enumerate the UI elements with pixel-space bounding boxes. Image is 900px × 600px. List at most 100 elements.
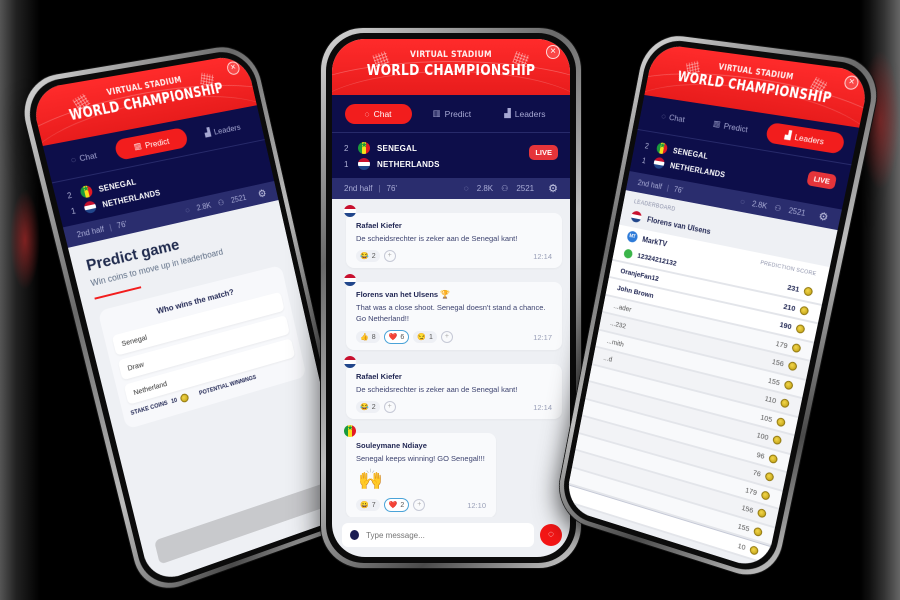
viewers-icon: ⚇	[773, 203, 783, 214]
avatar	[623, 248, 634, 259]
chat-message-list: Rafael Kiefer De scheidsrechter is zeker…	[332, 199, 570, 517]
message-time: 12:14	[533, 251, 552, 261]
phone-chat: VIRTUAL STADIUM WORLD CHAMPIONSHIP × ◌ Ch…	[321, 28, 581, 568]
gear-icon[interactable]: ⚙	[548, 182, 558, 195]
coin-icon	[795, 323, 806, 335]
message-text: That was a close shoot. Senegal doesn't …	[356, 303, 546, 323]
leader-score: 155	[767, 375, 781, 388]
leader-score: 105	[759, 412, 774, 424]
banner-title: WORLD CHAMPIONSHIP	[366, 61, 536, 79]
leader-score: 10	[737, 541, 747, 552]
netherlands-flag-icon	[344, 274, 356, 286]
coin-icon	[772, 435, 783, 446]
gear-icon[interactable]: ⚙	[257, 187, 268, 201]
message-text: Senegal keeps winning! GO Senegal!!!	[356, 454, 485, 463]
reaction[interactable]: 😀 7	[356, 499, 380, 511]
message-time: 12:10	[467, 500, 486, 510]
gear-icon[interactable]: ⚙	[817, 210, 829, 224]
trophy-icon: 🏆	[440, 290, 451, 299]
leader-name: ...232	[609, 318, 627, 331]
podium-icon: ▟	[784, 129, 793, 141]
tab-chat[interactable]: ◌ Chat	[57, 143, 110, 172]
reaction-selected[interactable]: ❤️ 2	[383, 498, 410, 512]
leader-score: 179	[744, 485, 758, 497]
emoji-icon[interactable]	[350, 530, 360, 540]
reaction[interactable]: 👍 8	[356, 331, 380, 343]
add-reaction-icon[interactable]: +	[383, 401, 396, 413]
predict-screen: VIRTUAL STADIUM WORLD CHAMPIONSHIP × ◌ Ch…	[29, 53, 351, 586]
leader-name: ...mith	[606, 336, 625, 349]
predict-icon: ▥	[132, 140, 143, 152]
phone-predict: VIRTUAL STADIUM WORLD CHAMPIONSHIP × ◌ Ch…	[15, 41, 362, 600]
leader-score: 179	[775, 338, 789, 351]
leader-name: OranjeFan12	[619, 266, 660, 283]
send-message-button[interactable]: ◌	[540, 524, 562, 546]
leader-score: 231	[786, 283, 801, 295]
predict-icon: ▥	[712, 118, 722, 129]
leader-score: 76	[752, 468, 762, 479]
message-input[interactable]	[366, 530, 526, 540]
leader-score: 155	[737, 521, 751, 534]
live-badge: LIVE	[529, 145, 558, 160]
reaction[interactable]: 😂 2	[356, 250, 380, 262]
reaction-selected[interactable]: ❤️ 6	[383, 330, 410, 344]
tab-leaders[interactable]: ▟ Leaders	[192, 115, 253, 146]
tab-leaders[interactable]: ▟ Leaders	[764, 121, 846, 155]
tab-chat[interactable]: ◌ Chat	[650, 104, 698, 130]
close-icon[interactable]: ×	[843, 74, 860, 91]
podium-icon: ▟	[504, 108, 511, 118]
close-icon[interactable]: ×	[546, 45, 560, 59]
viewers-icon: ⚇	[501, 184, 509, 193]
leader-name: 12324212132	[636, 251, 678, 268]
chat-bubble-icon: ◌	[364, 108, 370, 119]
tab-predict[interactable]: ▥ Predict	[421, 103, 484, 124]
leader-score: 210	[782, 301, 797, 313]
team-home: 2SENEGAL	[344, 140, 560, 156]
senegal-flag-icon	[358, 142, 370, 154]
leader-score: 156	[771, 357, 785, 369]
coin-icon	[179, 392, 190, 404]
coin-icon	[749, 544, 760, 556]
add-reaction-icon[interactable]: +	[413, 499, 426, 511]
tab-chat[interactable]: ◌ Chat	[344, 103, 412, 124]
leader-name: John Brown	[616, 283, 655, 301]
team-away: 1 NETHERLANDS	[344, 158, 440, 170]
avatar: MT	[626, 230, 639, 244]
leader-score: 100	[755, 430, 770, 443]
scoreboard: 2SENEGAL 1NETHERLANDS LIVE	[332, 133, 570, 178]
message-author: Souleymane Ndiaye	[356, 441, 427, 450]
stake-value[interactable]: 10	[171, 397, 178, 404]
coin-icon	[791, 342, 802, 354]
reaction[interactable]: 😂 2	[356, 401, 380, 413]
chat-bubble-icon: ◌	[69, 153, 77, 165]
reaction[interactable]: 😏 1	[413, 331, 437, 343]
messages-icon: ◌	[184, 205, 191, 216]
add-reaction-icon[interactable]: +	[383, 250, 396, 262]
message-composer: ◌	[332, 517, 570, 557]
leader-score: 96	[755, 450, 766, 461]
podium-icon: ▟	[203, 126, 212, 138]
leaderboard-list: 12324212132 231 OranjeFan12 210 John Brown 19…	[565, 242, 826, 565]
leaderboard-panel: LEADERBOARD Florens van Ulsens MT MarkTV…	[564, 190, 838, 572]
senegal-flag-icon	[655, 141, 669, 155]
coin-icon	[799, 305, 810, 316]
leader-name: ...d	[602, 353, 613, 364]
coin-icon	[783, 379, 794, 391]
leader-name: ...ader	[612, 301, 633, 314]
tab-leaders[interactable]: ▟ Leaders	[492, 103, 557, 124]
banner-subtitle: VIRTUAL STADIUM	[410, 50, 492, 60]
viewers-icon: ⚇	[217, 198, 226, 208]
tab-predict[interactable]: ▥ Predict	[701, 112, 761, 141]
add-reaction-icon[interactable]: +	[440, 331, 453, 343]
leader-score: 190	[778, 320, 793, 332]
predict-panel: Predict game Win coins to move up in lea…	[67, 200, 351, 586]
chat-bubble-icon: ◌	[660, 110, 667, 121]
coin-icon	[756, 508, 767, 519]
tab-predict[interactable]: ▥ Predict	[113, 126, 190, 161]
send-icon: ◌	[548, 529, 554, 540]
message-time: 12:17	[533, 332, 552, 342]
message-text: De scheidsrechter is zeker aan de Senega…	[356, 234, 518, 243]
coin-icon	[775, 416, 787, 428]
coin-icon	[764, 471, 775, 483]
submit-prediction-button[interactable]	[154, 481, 336, 565]
